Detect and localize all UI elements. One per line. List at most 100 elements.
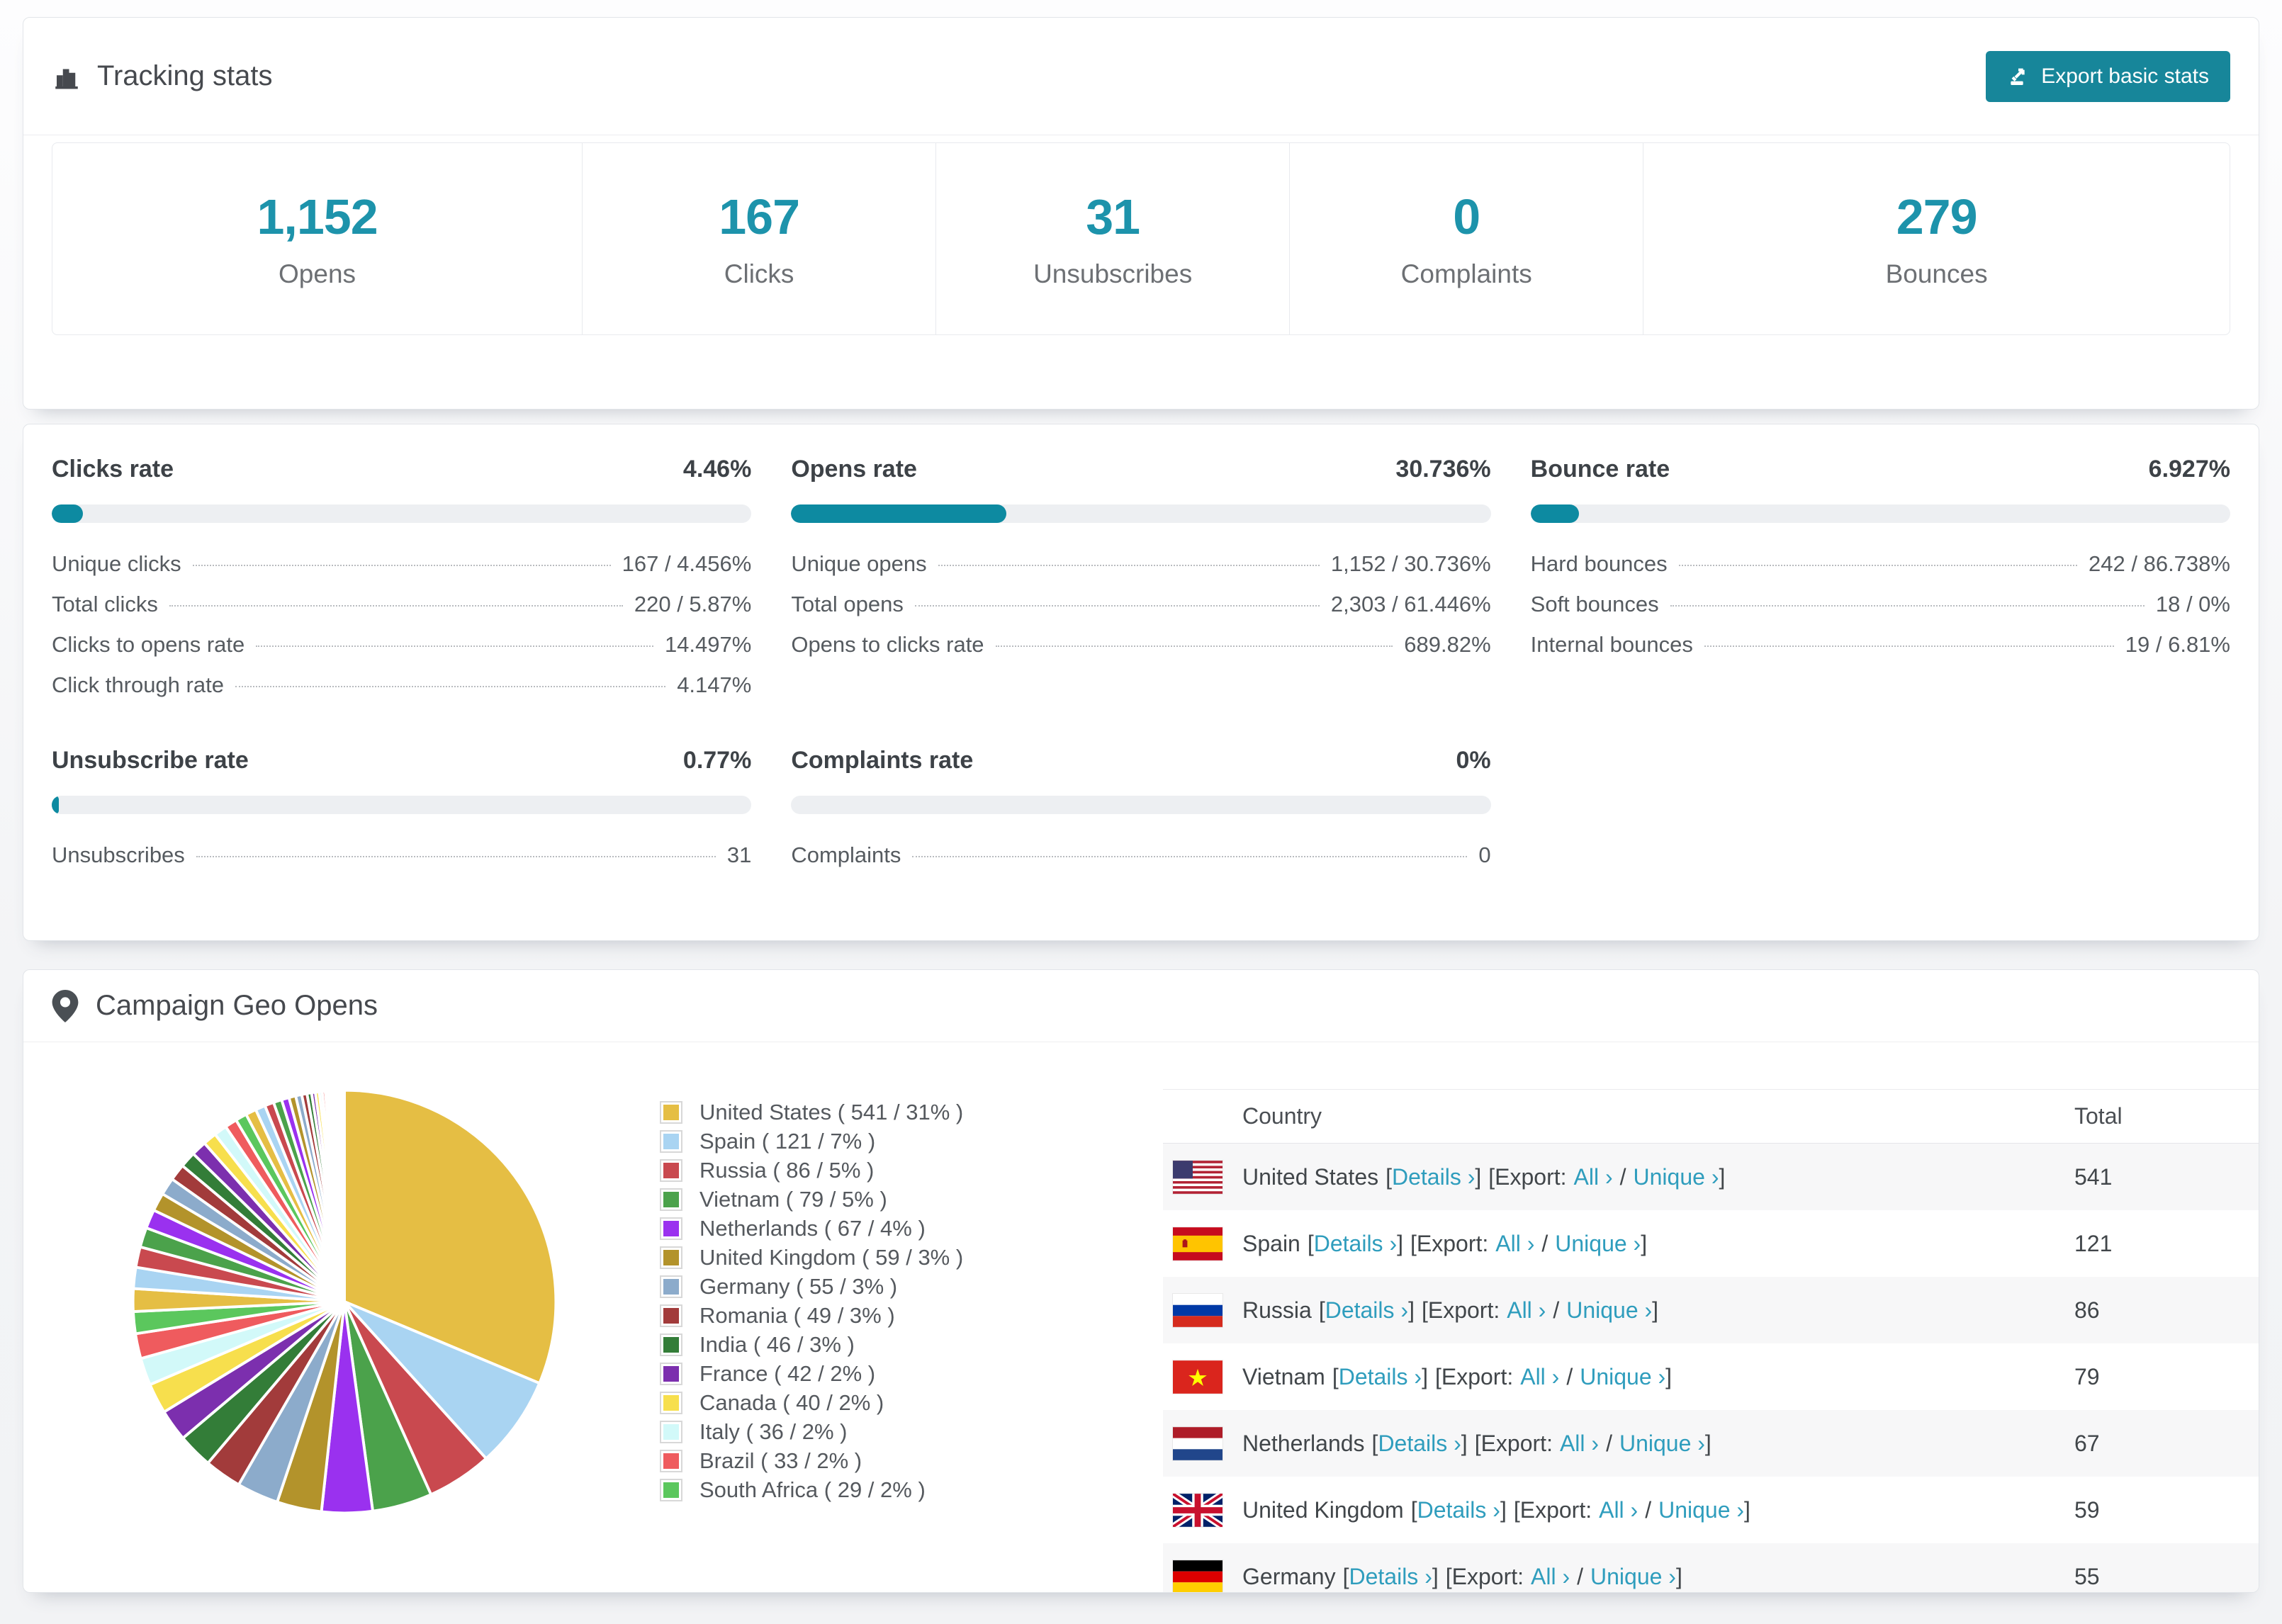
- bounces-count: 279: [1896, 189, 1978, 244]
- legend-item[interactable]: Brazil ( 33 / 2% ): [660, 1446, 963, 1475]
- stat-clicks: 167 Clicks: [582, 143, 935, 334]
- details-link[interactable]: Details ›: [1339, 1364, 1422, 1389]
- legend-item[interactable]: Italy ( 36 / 2% ): [660, 1417, 963, 1446]
- legend-item[interactable]: South Africa ( 29 / 2% ): [660, 1475, 963, 1504]
- details-link[interactable]: Details ›: [1349, 1564, 1432, 1589]
- complaints-count: 0: [1453, 189, 1480, 244]
- export-all-link[interactable]: All ›: [1520, 1364, 1559, 1389]
- complaints-rate-block: Complaints rate 0% Complaints 0: [791, 747, 1491, 883]
- map-pin-icon: [52, 989, 79, 1022]
- clicks-rate-block: Clicks rate 4.46% Unique clicks 167 / 4.45…: [52, 456, 752, 713]
- legend-item[interactable]: United Kingdom ( 59 / 3% ): [660, 1243, 963, 1272]
- legend-item[interactable]: Germany ( 55 / 3% ): [660, 1272, 963, 1301]
- geo-opens-pie-chart: [125, 1082, 564, 1521]
- bounce-rate-title: Bounce rate: [1530, 456, 1670, 483]
- details-link[interactable]: Details ›: [1378, 1431, 1461, 1456]
- rate-row: Total opens 2,303 / 61.446%: [791, 592, 1491, 616]
- unsubscribe-rate-block: Unsubscribe rate 0.77% Unsubscribes 31: [52, 747, 752, 883]
- legend-item[interactable]: Netherlands ( 67 / 4% ): [660, 1214, 963, 1243]
- tracking-stats-card: Tracking stats Export basic stats 1,152 …: [23, 17, 2259, 410]
- table-row-united-states: United States [Details ›] [Export: All › / Un…: [1163, 1144, 2259, 1210]
- stat-bounces: 279 Bounces: [1643, 143, 2230, 334]
- opens-count: 1,152: [257, 189, 378, 244]
- rate-row: Clicks to opens rate 14.497%: [52, 632, 752, 657]
- legend-item[interactable]: Vietnam ( 79 / 5% ): [660, 1185, 963, 1214]
- export-all-link[interactable]: All ›: [1574, 1164, 1613, 1190]
- clicks-rate-progress: [52, 504, 752, 523]
- complaints-rate-progress: [791, 796, 1491, 814]
- stat-opens: 1,152 Opens: [257, 189, 378, 288]
- export-unique-link[interactable]: Unique ›: [1580, 1364, 1665, 1389]
- details-link[interactable]: Details ›: [1325, 1297, 1408, 1323]
- legend-swatch: [660, 1333, 682, 1356]
- legend-item[interactable]: France ( 42 / 2% ): [660, 1359, 963, 1388]
- export-all-link[interactable]: All ›: [1599, 1497, 1638, 1523]
- table-row-spain: Spain [Details ›] [Export: All › / Unique ›] …: [1163, 1210, 2259, 1277]
- page-title: Tracking stats: [97, 60, 273, 91]
- country-total: 541: [2074, 1163, 2113, 1190]
- rate-row: Total clicks 220 / 5.87%: [52, 592, 752, 616]
- flag-germany: [1173, 1560, 1222, 1592]
- legend-item[interactable]: India ( 46 / 3% ): [660, 1330, 963, 1359]
- legend-item[interactable]: Spain ( 121 / 7% ): [660, 1127, 963, 1156]
- legend-item[interactable]: Canada ( 40 / 2% ): [660, 1388, 963, 1417]
- export-unique-link[interactable]: Unique ›: [1634, 1164, 1719, 1190]
- flag-united-kingdom: [1173, 1493, 1222, 1527]
- table-row-germany: Germany [Details ›] [Export: All › / Unique ›…: [1163, 1543, 2259, 1592]
- geo-section-title: Campaign Geo Opens: [96, 990, 378, 1021]
- legend-swatch: [660, 1217, 682, 1240]
- flag-united-states: [1173, 1160, 1222, 1194]
- details-link[interactable]: Details ›: [1314, 1231, 1397, 1256]
- table-row-russia: Russia [Details ›] [Export: All › / Unique ›]…: [1163, 1277, 2259, 1343]
- export-unique-link[interactable]: Unique ›: [1658, 1497, 1744, 1523]
- legend-swatch: [660, 1188, 682, 1211]
- export-all-link[interactable]: All ›: [1560, 1431, 1599, 1456]
- export-unique-link[interactable]: Unique ›: [1566, 1297, 1652, 1323]
- legend-swatch: [660, 1100, 682, 1124]
- details-link[interactable]: Details ›: [1417, 1497, 1500, 1523]
- rate-row: Click through rate 4.147%: [52, 672, 752, 697]
- export-unique-link[interactable]: Unique ›: [1590, 1564, 1676, 1589]
- export-all-link[interactable]: All ›: [1507, 1297, 1546, 1323]
- export-all-link[interactable]: All ›: [1531, 1564, 1570, 1589]
- legend-swatch: [660, 1420, 682, 1443]
- rate-row: Hard bounces 242 / 86.738%: [1530, 551, 2230, 576]
- unsubscribe-rate-title: Unsubscribe rate: [52, 747, 249, 774]
- country-total: 55: [2074, 1563, 2100, 1589]
- opens-rate-title: Opens rate: [791, 456, 917, 483]
- legend-swatch: [660, 1449, 682, 1472]
- export-unique-link[interactable]: Unique ›: [1619, 1431, 1705, 1456]
- pie-legend: United States ( 541 / 31% ) Spain ( 121 …: [660, 1098, 963, 1504]
- legend-swatch: [660, 1391, 682, 1414]
- country-total: 67: [2074, 1430, 2100, 1456]
- legend-swatch: [660, 1246, 682, 1269]
- export-icon: [2011, 68, 2025, 85]
- flag-vietnam: [1173, 1360, 1222, 1394]
- export-unique-link[interactable]: Unique ›: [1555, 1231, 1641, 1256]
- rates-card: Clicks rate 4.46% Unique clicks 167 / 4.45…: [23, 424, 2259, 941]
- legend-item[interactable]: United States ( 541 / 31% ): [660, 1098, 963, 1127]
- legend-swatch: [660, 1362, 682, 1385]
- bounce-rate-progress: [1530, 504, 2230, 523]
- legend-item[interactable]: Romania ( 49 / 3% ): [660, 1301, 963, 1330]
- export-basic-stats-button[interactable]: Export basic stats: [1986, 50, 2230, 102]
- bounce-rate-block: Bounce rate 6.927% Hard bounces 242 / 86.7…: [1530, 456, 2230, 713]
- unsubscribes-count: 31: [1086, 189, 1140, 244]
- country-total: 86: [2074, 1297, 2100, 1323]
- stat-complaints: 0 Complaints: [1289, 143, 1643, 334]
- legend-swatch: [660, 1478, 682, 1501]
- bar-chart-icon: [55, 69, 78, 89]
- details-link[interactable]: Details ›: [1392, 1164, 1475, 1190]
- legend-swatch: [660, 1275, 682, 1298]
- rate-row: Complaints 0: [791, 842, 1491, 867]
- export-all-link[interactable]: All ›: [1495, 1231, 1534, 1256]
- opens-rate-value: 30.736%: [1395, 456, 1491, 483]
- unsubscribe-rate-value: 0.77%: [682, 747, 752, 774]
- summary-stats-group: 1,152 Opens 167 Clicks 31 Unsubscribes 0…: [52, 142, 2230, 335]
- clicks-rate-value: 4.46%: [682, 456, 752, 483]
- table-row-netherlands: Netherlands [Details ›] [Export: All › / Uniq…: [1163, 1410, 2259, 1477]
- opens-rate-progress: [791, 504, 1491, 523]
- clicks-count: 167: [719, 189, 800, 244]
- legend-item[interactable]: Russia ( 86 / 5% ): [660, 1156, 963, 1185]
- rate-row: Unique clicks 167 / 4.456%: [52, 551, 752, 576]
